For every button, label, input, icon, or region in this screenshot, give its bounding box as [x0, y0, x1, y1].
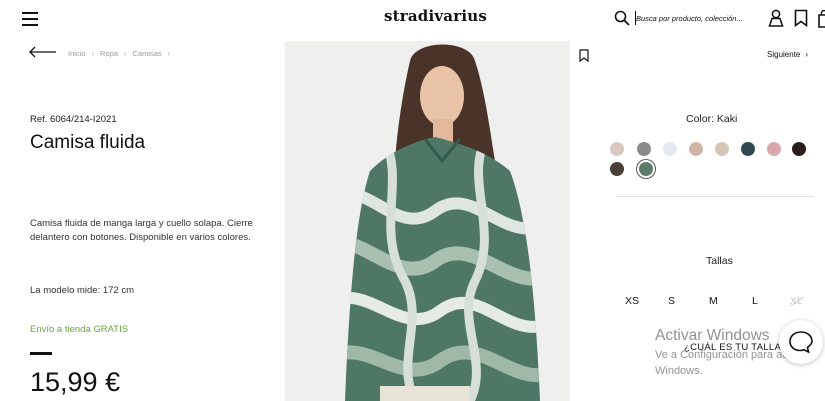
breadcrumb: Inicio › Ropa › Camisas ›: [68, 49, 170, 58]
size-xs[interactable]: XS: [625, 295, 639, 307]
user-icon[interactable]: [768, 9, 784, 27]
product-reference: Ref. 6064/214-I2021: [30, 114, 117, 125]
product-title: Camisa fluida: [30, 132, 146, 153]
wishlist-icon[interactable]: [794, 9, 808, 27]
shopping-bag-icon[interactable]: [818, 10, 825, 28]
chat-bubble-icon: [789, 331, 813, 354]
breadcrumb-item-camisas[interactable]: Camisas: [132, 49, 161, 58]
windows-activation-title: Activar Windows: [655, 327, 770, 344]
breadcrumb-item-inicio[interactable]: Inicio: [68, 49, 86, 58]
color-swatch-8[interactable]: [792, 142, 806, 156]
color-swatch-9[interactable]: [610, 162, 624, 176]
brand-logo[interactable]: stradivarius: [384, 7, 487, 25]
price-divider: [30, 352, 52, 355]
product-photo-illustration: [285, 41, 570, 401]
chevron-right-icon: ›: [91, 49, 95, 58]
size-s[interactable]: S: [668, 295, 675, 307]
color-swatch-10-kaki[interactable]: [639, 162, 653, 176]
color-swatch-1[interactable]: [610, 142, 624, 156]
chevron-right-icon: ›: [167, 49, 171, 58]
chat-button[interactable]: [779, 320, 823, 364]
sizes-label: Tallas: [706, 255, 733, 267]
back-arrow-icon[interactable]: [29, 46, 57, 58]
color-swatch-7[interactable]: [767, 142, 781, 156]
product-price: 15,99 €: [30, 367, 121, 397]
breadcrumb-item-ropa[interactable]: Ropa: [100, 49, 118, 58]
color-swatch-6[interactable]: [741, 142, 755, 156]
product-image[interactable]: [285, 41, 570, 401]
next-label: Siguiente: [767, 50, 801, 59]
size-l[interactable]: L: [752, 295, 758, 307]
chevron-right-icon: ›: [123, 49, 127, 58]
color-swatch-3[interactable]: [663, 142, 677, 156]
size-m[interactable]: M: [709, 295, 718, 307]
product-description: Camisa fluida de manga larga y cuello so…: [30, 218, 253, 243]
bookmark-icon[interactable]: [579, 49, 589, 62]
model-height: La modelo mide: 172 cm: [30, 285, 135, 296]
windows-activation-line2: Windows.: [655, 365, 703, 377]
color-swatch-2[interactable]: [637, 142, 651, 156]
search-icon[interactable]: [614, 10, 630, 26]
search-input[interactable]: Busca por producto, colección...: [636, 14, 758, 23]
chevron-right-icon: ›: [805, 50, 809, 59]
section-divider: [616, 196, 814, 197]
next-product-link[interactable]: Siguiente ›: [767, 50, 808, 59]
color-swatch-4[interactable]: [689, 142, 703, 156]
color-label: Color: Kaki: [686, 113, 738, 125]
menu-icon[interactable]: [22, 12, 38, 26]
shipping-info: Envío a tienda GRATIS: [30, 324, 129, 335]
color-swatch-5[interactable]: [715, 142, 729, 156]
